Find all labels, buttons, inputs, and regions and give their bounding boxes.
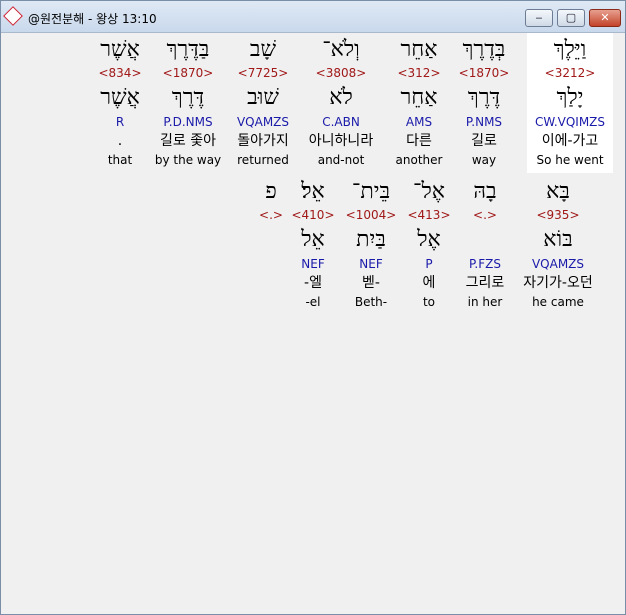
app-window: @원전분해 - 왕상 13:10 ‒ ▢ ✕ וַיֵּלֶךְ <3212> יָ… — [0, 0, 626, 615]
lemma: לֹא — [329, 85, 353, 110]
lemma: בּוֹא — [543, 227, 573, 252]
minimize-button[interactable]: ‒ — [525, 9, 553, 27]
parsing-code: CW.VQIMZS — [534, 115, 606, 129]
hebrew-word: בָּא — [546, 179, 570, 204]
korean-gloss: 돌아가지 — [237, 133, 289, 149]
korean-gloss: 다른 — [406, 133, 432, 149]
lemma: שׁוּב — [247, 85, 279, 110]
maximize-button[interactable]: ▢ — [557, 9, 585, 27]
hebrew-word: וְלֹא־ — [322, 37, 360, 62]
strong-number: <7725> — [237, 66, 289, 80]
korean-gloss: . — [117, 133, 123, 149]
hebrew-word: וַיֵּלֶךְ — [553, 37, 587, 62]
english-gloss: that — [107, 153, 133, 167]
korean-gloss: 아니하니라 — [308, 133, 374, 149]
lemma: אֵל — [301, 227, 325, 252]
strong-number: <3808> — [315, 66, 367, 80]
korean-gloss: 자기가-오던 — [523, 275, 593, 291]
close-button[interactable]: ✕ — [589, 9, 621, 27]
strong-number: <3212> — [544, 66, 596, 80]
hebrew-word: שָׁב — [249, 37, 277, 62]
hebrew-word: אַחֵר — [400, 37, 438, 62]
parsing-code: VQAMZS — [236, 115, 290, 129]
hebrew-word: פ — [265, 179, 277, 204]
english-gloss: returned — [237, 153, 289, 167]
korean-gloss: 이에-가고 — [541, 133, 599, 149]
strong-number: <834> — [98, 66, 142, 80]
english-gloss: -el — [305, 295, 321, 309]
lemma: יָלַךְ — [556, 85, 584, 110]
parsing-code: C.ABN — [322, 115, 360, 129]
hebrew-word: אֲשֶׁר — [100, 37, 140, 62]
english-gloss: another — [395, 153, 443, 167]
parsing-code: NEF — [301, 257, 325, 271]
english-gloss: he came — [532, 295, 584, 309]
app-logo-icon — [3, 6, 23, 26]
parsing-code: VQAMZS — [531, 257, 585, 271]
strong-number: <.> — [259, 208, 283, 222]
korean-gloss: -엘 — [304, 275, 322, 291]
title-bar[interactable]: @원전분해 - 왕상 13:10 ‒ ▢ ✕ — [1, 1, 625, 33]
parsing-code: R — [115, 115, 125, 129]
lemma: אַחֵר — [400, 85, 438, 110]
lemma: אֲשֶׁר — [100, 85, 140, 110]
parsing-code: AMS — [405, 115, 433, 129]
interlinear-panel: וַיֵּלֶךְ <3212> יָלַךְ CW.VQIMZS 이에-가고 So he… — [5, 33, 621, 610]
english-gloss: and-not — [317, 153, 365, 167]
window-title: @원전분해 - 왕상 13:10 — [28, 12, 157, 26]
strong-number: <312> — [397, 66, 441, 80]
english-gloss: So he went — [536, 153, 604, 167]
strong-number: <935> — [536, 208, 580, 222]
